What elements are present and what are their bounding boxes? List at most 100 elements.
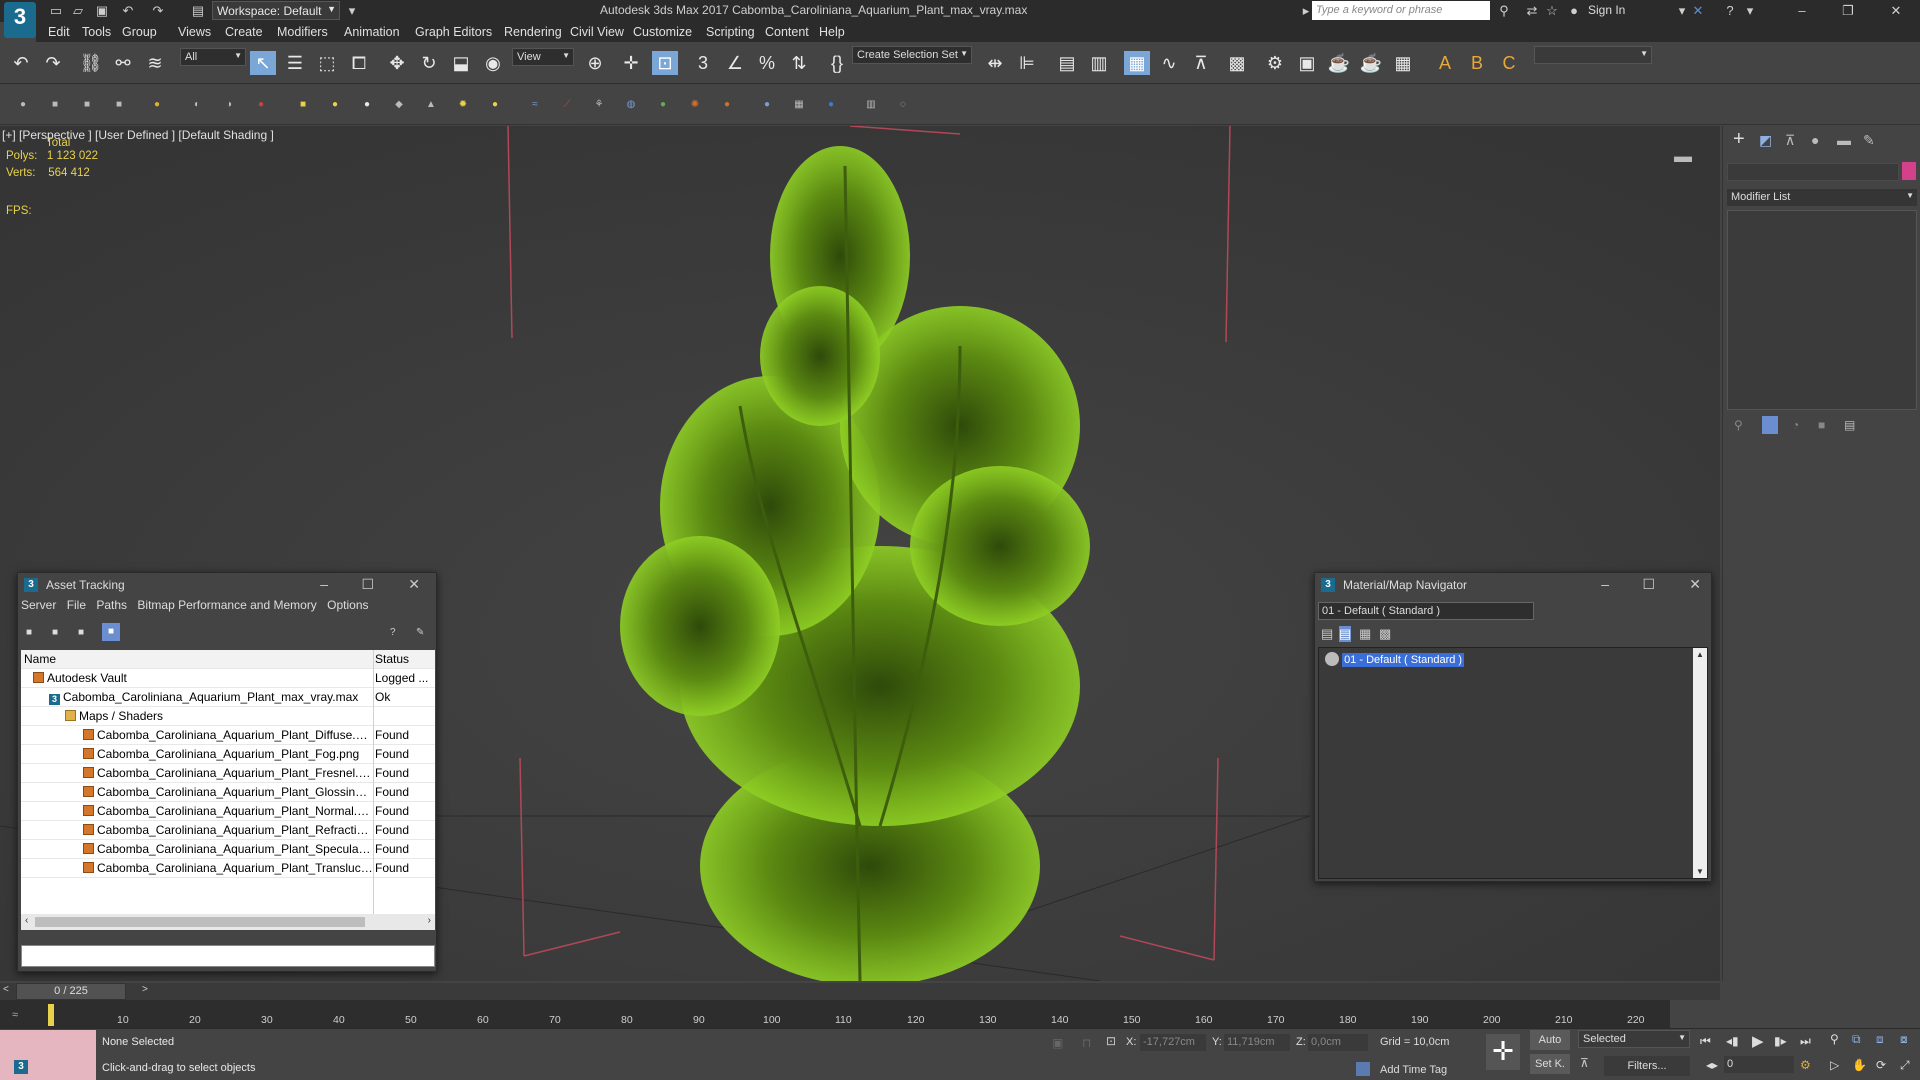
tool-icon[interactable]: ● (150, 98, 164, 112)
scroll-left-icon[interactable]: ‹ (25, 915, 28, 926)
pan-view-icon[interactable]: ✋ (1852, 1058, 1867, 1072)
field-of-view-icon[interactable]: ▷ (1830, 1058, 1839, 1072)
refresh-icon[interactable]: ? (390, 627, 396, 638)
menu-server[interactable]: Server (21, 598, 56, 612)
key-filter-dropdown[interactable]: Selected ▼ (1578, 1030, 1690, 1048)
modify-tab-icon[interactable]: ◩ (1759, 132, 1772, 149)
time-configuration-icon[interactable]: ⚙ (1800, 1058, 1811, 1072)
utilities-tab-icon[interactable]: ✎ (1863, 132, 1875, 149)
tool-icon[interactable]: ◐ (190, 98, 204, 112)
tool-icon[interactable]: ✺ (688, 98, 702, 112)
keyboard-shortcut-override-icon[interactable]: ⊡ (652, 51, 678, 75)
favorites-star-icon[interactable]: ☆ (1544, 3, 1560, 19)
modifier-list-dropdown[interactable]: Modifier List ▼ (1727, 189, 1917, 206)
menu-animation[interactable]: Animation (344, 25, 400, 39)
save-file-icon[interactable]: ▣ (94, 3, 110, 19)
help-icon[interactable]: ? (1722, 3, 1738, 19)
menu-views[interactable]: Views (178, 25, 211, 39)
minimize-icon[interactable]: – (1601, 576, 1609, 592)
create-tab-icon[interactable]: + (1733, 128, 1745, 151)
layer-explorer-icon[interactable]: ▥ (1086, 51, 1112, 75)
material-editor-icon[interactable]: ▩ (1224, 51, 1250, 75)
select-move-icon[interactable]: ✥ (384, 51, 410, 75)
tool-icon[interactable]: ✹ (456, 98, 470, 112)
menu-bitmap-performance[interactable]: Bitmap Performance and Memory (137, 598, 316, 612)
autodesk-x-icon[interactable]: ✕ (1690, 3, 1706, 19)
zoom-icon[interactable]: ⚲ (1830, 1032, 1839, 1046)
tool-icon[interactable]: ● (16, 98, 30, 112)
isolate-selection-icon[interactable]: ▣ (1052, 1036, 1063, 1050)
tool-icon[interactable]: ● (488, 98, 502, 112)
rectangular-selection-icon[interactable]: ⬚ (314, 51, 340, 75)
show-end-result-icon[interactable] (1762, 416, 1778, 434)
view-list-icon[interactable]: ▤ (1321, 626, 1333, 642)
menu-graph-editors[interactable]: Graph Editors (415, 25, 492, 39)
motion-tab-icon[interactable]: ● (1811, 132, 1819, 148)
project-folder-icon[interactable]: ▤ (190, 3, 206, 19)
horizontal-scrollbar[interactable]: ‹ › (21, 914, 435, 930)
mini-curve-editor-icon[interactable]: ≈ (12, 1009, 18, 1021)
vray-c-icon[interactable]: C (1496, 51, 1522, 75)
unlink-icon[interactable]: ⚯ (110, 51, 136, 75)
absolute-mode-icon[interactable]: ⊡ (1106, 1034, 1116, 1048)
menu-scripting[interactable]: Scripting (706, 25, 755, 39)
time-slider-track[interactable]: < > (0, 983, 1720, 1000)
tool-icon[interactable]: ◑ (222, 98, 236, 112)
key-mode-toggle-icon[interactable]: ◂▸ (1706, 1058, 1718, 1072)
render-iterative-icon[interactable]: ☕ (1358, 51, 1384, 75)
list-item[interactable]: 01 - Default ( Standard ) (1325, 652, 1465, 668)
curve-editor-icon[interactable]: ∿ (1156, 51, 1182, 75)
sign-in-link[interactable]: Sign In (1588, 3, 1625, 17)
key-mode-icon[interactable]: ⊼ (1580, 1056, 1589, 1070)
tool-icon[interactable]: ● (760, 98, 774, 112)
selection-set-dropdown[interactable]: Create Selection Set ▼ (852, 46, 972, 64)
select-by-name-icon[interactable]: ☰ (282, 51, 308, 75)
undo-icon[interactable]: ↶ (120, 3, 136, 19)
close-icon[interactable]: ✕ (1689, 576, 1701, 593)
next-frame-icon[interactable]: ▮▸ (1774, 1034, 1787, 1048)
vray-b-icon[interactable]: B (1464, 51, 1490, 75)
hierarchy-tab-icon[interactable]: ⊼ (1785, 132, 1795, 149)
tool-icon[interactable]: ■ (48, 98, 62, 112)
vertical-scrollbar[interactable]: ▲ ▼ (1693, 648, 1707, 878)
redo-icon[interactable]: ↷ (40, 51, 66, 75)
tool-icon[interactable]: ▲ (424, 98, 438, 112)
ribbon-toggle-icon[interactable]: ▦ (1124, 51, 1150, 75)
redo-icon[interactable]: ↷ (150, 3, 166, 19)
select-scale-icon[interactable]: ⬓ (448, 51, 474, 75)
object-color-swatch[interactable] (1902, 162, 1916, 180)
placement-icon[interactable]: ◉ (480, 51, 506, 75)
z-coordinate-field[interactable]: 0,0cm (1308, 1034, 1368, 1051)
angle-snap-icon[interactable]: ∠ (722, 51, 748, 75)
pivot-center-icon[interactable]: ⊕ (582, 51, 608, 75)
new-file-icon[interactable]: ▭ (48, 3, 64, 19)
display-tab-icon[interactable]: ▬ (1837, 132, 1851, 148)
y-coordinate-field[interactable]: 11,719cm (1224, 1034, 1290, 1051)
menu-help[interactable]: Help (819, 25, 845, 39)
tool-icon[interactable]: ● (254, 98, 268, 112)
chevron-down-icon[interactable]: ▾ (1742, 3, 1758, 19)
path-field[interactable] (21, 945, 435, 967)
tool-icon[interactable]: ● (328, 98, 342, 112)
selection-lock-icon[interactable]: ⊓ (1082, 1036, 1091, 1050)
tool-icon[interactable]: ◌ (896, 98, 910, 112)
view-large-icons-icon[interactable]: ▩ (1379, 626, 1391, 642)
overflow-icon[interactable]: ▾ (344, 3, 360, 19)
manipulate-icon[interactable]: ✛ (618, 51, 644, 75)
toolbar-extra-dropdown[interactable]: ▼ (1534, 46, 1652, 64)
select-object-icon[interactable]: ↖ (250, 51, 276, 75)
scene-explorer-icon[interactable]: ▤ (1054, 51, 1080, 75)
maxscript-listener[interactable]: 3 (0, 1030, 96, 1080)
rendered-frame-window-icon[interactable]: ▣ (1294, 51, 1320, 75)
tool-icon[interactable]: ▥ (864, 98, 878, 112)
menu-file[interactable]: File (67, 598, 86, 612)
go-to-start-icon[interactable]: ⏮ (1700, 1034, 1711, 1049)
menu-create[interactable]: Create (225, 25, 263, 39)
mirror-icon[interactable]: ⇹ (982, 51, 1008, 75)
menu-edit[interactable]: Edit (48, 25, 70, 39)
current-frame-field[interactable]: 0 (1724, 1056, 1794, 1073)
maximize-icon[interactable]: ☐ (361, 576, 374, 593)
highlight-icon[interactable]: ✎ (416, 627, 424, 638)
menu-group[interactable]: Group (122, 25, 157, 39)
view-mode-icon[interactable]: ■ (52, 627, 58, 638)
